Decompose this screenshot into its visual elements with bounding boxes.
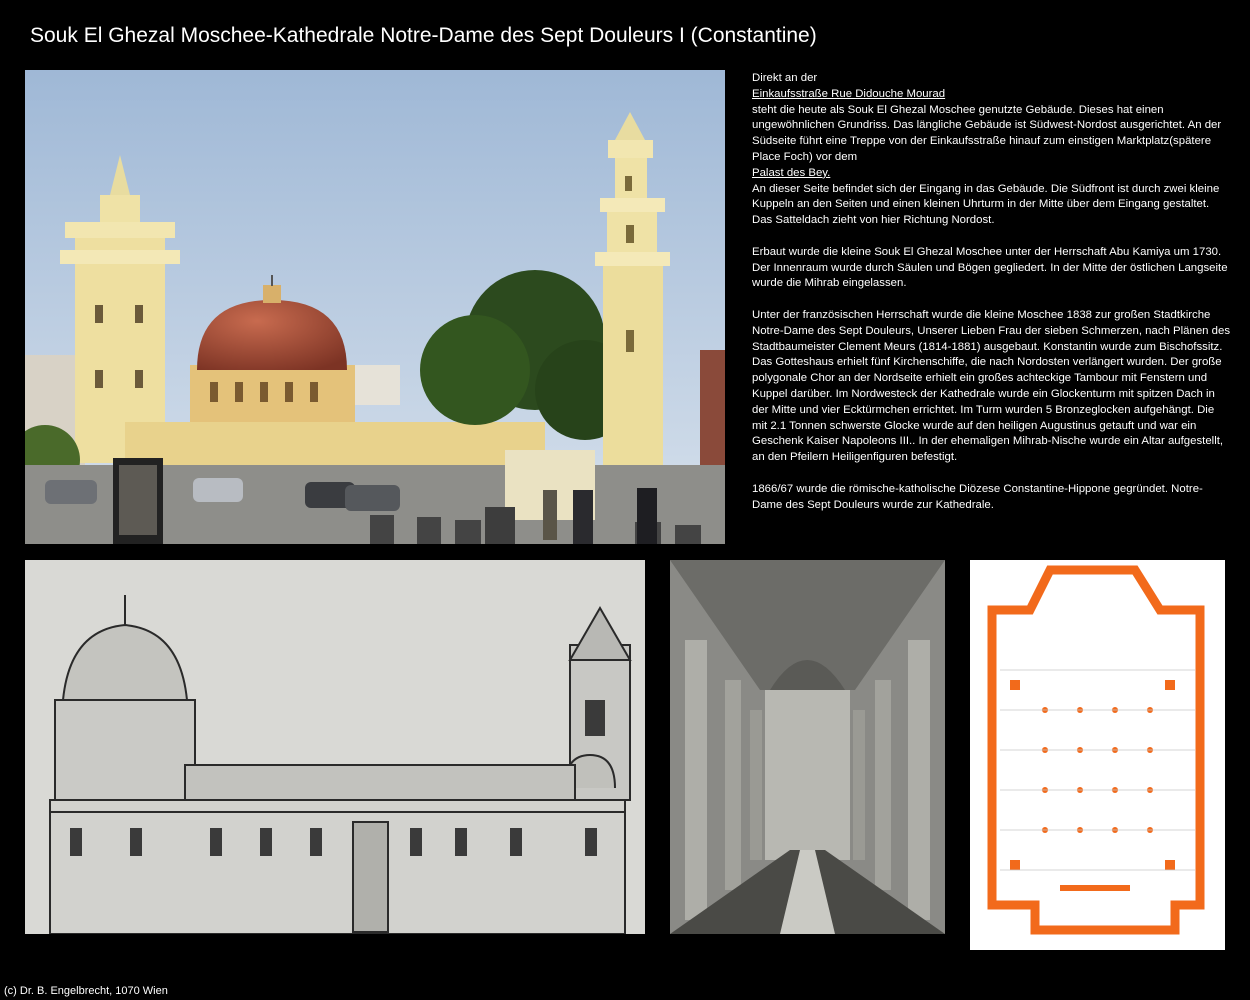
paragraph-location: Direkt an der Einkaufsstraße Rue Didouch… (752, 71, 1232, 229)
paragraph-diocese: 1866/67 wurde die römische-katholische D… (752, 482, 1203, 511)
text-entrance: An dieser Seite befindet sich der Eingan… (752, 182, 1220, 227)
link-rue-didouche-mourad[interactable]: Einkaufsstraße Rue Didouche Mourad (752, 88, 945, 100)
link-palast-des-bey[interactable]: Palast des Bey. (752, 167, 830, 179)
description-text: Direkt an der Einkaufsstraße Rue Didouch… (752, 71, 1232, 529)
exterior-photo (25, 70, 725, 544)
interior-photo (670, 560, 945, 934)
floor-plan (970, 560, 1225, 950)
paragraph-history: Erbaut wurde die kleine Souk El Ghezal M… (752, 245, 1228, 290)
copyright-footer: (c) Dr. B. Engelbrecht, 1070 Wien (4, 985, 168, 997)
text-location: steht die heute als Souk El Ghezal Mosch… (752, 103, 1222, 163)
paragraph-french-rule: Unter der französischen Herrschaft wurde… (752, 308, 1231, 464)
text-intro: Direkt an der (752, 72, 818, 84)
elevation-drawing (25, 560, 645, 934)
page-title: Souk El Ghezal Moschee-Kathedrale Notre-… (30, 24, 817, 47)
